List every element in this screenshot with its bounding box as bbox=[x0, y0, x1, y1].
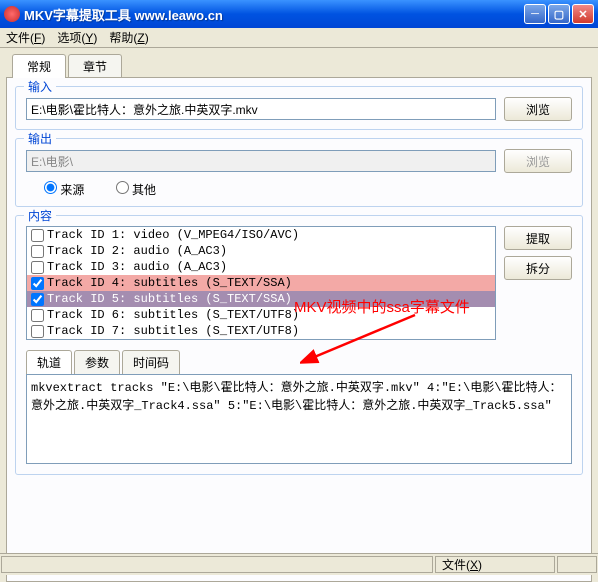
track-checkbox[interactable] bbox=[31, 245, 44, 258]
output-path[interactable] bbox=[26, 150, 496, 172]
track-row[interactable]: Track ID 5: subtitles (S_TEXT/SSA) bbox=[27, 291, 495, 307]
radio-source[interactable]: 来源 bbox=[44, 183, 84, 197]
split-button[interactable]: 拆分 bbox=[504, 256, 572, 280]
track-checkbox[interactable] bbox=[31, 229, 44, 242]
track-row[interactable]: Track ID 4: subtitles (S_TEXT/SSA) bbox=[27, 275, 495, 291]
track-text: Track ID 1: video (V_MPEG4/ISO/AVC) bbox=[47, 228, 299, 242]
track-checkbox[interactable] bbox=[31, 293, 44, 306]
input-label: 输入 bbox=[24, 78, 56, 95]
track-row[interactable]: Track ID 6: subtitles (S_TEXT/UTF8) bbox=[27, 307, 495, 323]
extract-button[interactable]: 提取 bbox=[504, 226, 572, 250]
track-text: Track ID 7: subtitles (S_TEXT/UTF8) bbox=[47, 324, 299, 338]
tab-content: 输入 浏览 输出 浏览 来源 其他 内容 Track ID 1: video (… bbox=[6, 77, 592, 582]
input-path[interactable] bbox=[26, 98, 496, 120]
output-label: 输出 bbox=[24, 130, 56, 147]
inner-tab-track[interactable]: 轨道 bbox=[26, 350, 72, 374]
menubar: 文件(F) 选项(Y) 帮助(Z) bbox=[0, 28, 598, 48]
status-left bbox=[1, 556, 433, 573]
titlebar-text: MKV字幕提取工具 www.leawo.cn bbox=[24, 5, 522, 24]
track-row[interactable]: Track ID 2: audio (A_AC3) bbox=[27, 243, 495, 259]
content-label: 内容 bbox=[24, 207, 56, 224]
menu-help[interactable]: 帮助(Z) bbox=[109, 29, 148, 46]
track-text: Track ID 3: audio (A_AC3) bbox=[47, 260, 227, 274]
track-text: Track ID 4: subtitles (S_TEXT/SSA) bbox=[47, 276, 292, 290]
inner-tab-params[interactable]: 参数 bbox=[74, 350, 120, 374]
output-group: 输出 浏览 来源 其他 bbox=[15, 138, 583, 207]
track-list[interactable]: Track ID 1: video (V_MPEG4/ISO/AVC) Track… bbox=[26, 226, 496, 340]
maximize-button[interactable]: ▢ bbox=[548, 4, 570, 24]
track-text: Track ID 2: audio (A_AC3) bbox=[47, 244, 227, 258]
statusbar: 文件(X) bbox=[0, 553, 598, 575]
menu-file[interactable]: 文件(F) bbox=[6, 29, 45, 46]
minimize-button[interactable]: ─ bbox=[524, 4, 546, 24]
tab-general[interactable]: 常规 bbox=[12, 54, 66, 78]
track-row[interactable]: Track ID 7: subtitles (S_TEXT/UTF8) bbox=[27, 323, 495, 339]
radio-other[interactable]: 其他 bbox=[116, 183, 156, 197]
track-checkbox[interactable] bbox=[31, 325, 44, 338]
close-button[interactable]: ✕ bbox=[572, 4, 594, 24]
menu-options[interactable]: 选项(Y) bbox=[57, 29, 97, 46]
main-tabs: 常规 章节 bbox=[12, 54, 598, 78]
track-checkbox[interactable] bbox=[31, 277, 44, 290]
inner-tabs: 轨道 参数 时间码 bbox=[26, 350, 572, 374]
track-text: Track ID 6: subtitles (S_TEXT/UTF8) bbox=[47, 308, 299, 322]
output-browse-button: 浏览 bbox=[504, 149, 572, 173]
input-group: 输入 浏览 bbox=[15, 86, 583, 130]
inner-tab-timecode[interactable]: 时间码 bbox=[122, 350, 180, 374]
track-checkbox[interactable] bbox=[31, 309, 44, 322]
input-browse-button[interactable]: 浏览 bbox=[504, 97, 572, 121]
command-output[interactable]: mkvextract tracks "E:\电影\霍比特人：意外之旅.中英双字.… bbox=[26, 374, 572, 464]
track-checkbox[interactable] bbox=[31, 261, 44, 274]
track-row[interactable]: Track ID 3: audio (A_AC3) bbox=[27, 259, 495, 275]
status-right bbox=[557, 556, 597, 573]
titlebar: MKV字幕提取工具 www.leawo.cn ─ ▢ ✕ bbox=[0, 0, 598, 28]
tab-chapters[interactable]: 章节 bbox=[68, 54, 122, 78]
app-icon bbox=[4, 6, 20, 22]
status-file[interactable]: 文件(X) bbox=[435, 556, 555, 573]
track-text: Track ID 5: subtitles (S_TEXT/SSA) bbox=[47, 292, 292, 306]
content-group: 内容 Track ID 1: video (V_MPEG4/ISO/AVC)Tr… bbox=[15, 215, 583, 475]
track-row[interactable]: Track ID 1: video (V_MPEG4/ISO/AVC) bbox=[27, 227, 495, 243]
